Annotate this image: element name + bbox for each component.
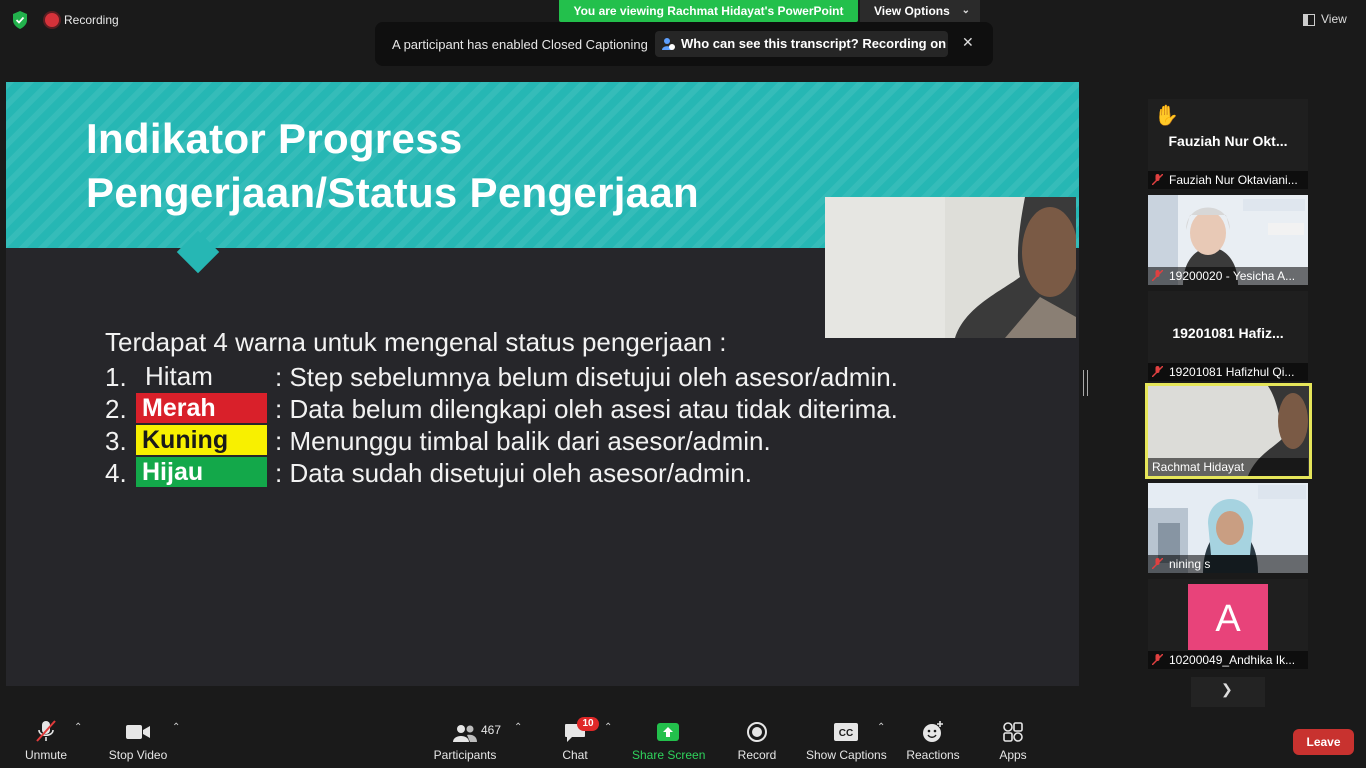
transcript-visibility-label: Who can see this transcript? Recording o…: [681, 36, 947, 51]
recording-label[interactable]: Recording: [64, 13, 119, 27]
participant-tile[interactable]: 19201081 Hafiz... 19201081 Hafizhul Qi..…: [1148, 291, 1308, 381]
view-options-label: View Options: [874, 4, 950, 18]
status-color-label: Merah: [136, 393, 267, 423]
audio-options-caret-icon[interactable]: ⌃: [74, 722, 82, 733]
status-number: 3.: [105, 426, 127, 456]
close-icon[interactable]: ✕: [962, 34, 974, 51]
participant-name: Fauziah Nur Oktaviani...: [1169, 173, 1298, 187]
apps-icon: [1003, 722, 1023, 742]
view-options-button[interactable]: View Options ⌄: [860, 0, 980, 22]
status-color-label: Hijau: [136, 457, 267, 487]
participants-label: Participants: [433, 748, 497, 762]
participant-tile[interactable]: ✋ Fauziah Nur Okt... Fauziah Nur Oktavia…: [1148, 99, 1308, 189]
muted-mic-icon: [1151, 556, 1164, 570]
participant-display-name: 19201081 Hafiz...: [1172, 325, 1284, 341]
muted-mic-icon: [1151, 364, 1164, 378]
status-description: : Menunggu timbal balik dari asesor/admi…: [275, 426, 771, 456]
participant-name-bar: 19201081 Hafizhul Qi...: [1148, 363, 1308, 381]
participant-name: Rachmat Hidayat: [1152, 460, 1245, 474]
closed-caption-message: A participant has enabled Closed Caption…: [392, 37, 648, 52]
muted-mic-icon: [1151, 268, 1164, 282]
chevron-down-icon: ❯: [1221, 681, 1233, 697]
avatar: A: [1188, 584, 1268, 650]
smiley-reaction-icon: [923, 721, 943, 742]
share-screen-label: Share Screen: [632, 748, 706, 762]
record-label: Record: [737, 748, 777, 762]
view-layout-icon: [1303, 13, 1315, 26]
participant-name-bar: Rachmat Hidayat: [1148, 458, 1308, 476]
status-number: 1.: [105, 362, 127, 392]
status-color-label: Hitam: [145, 361, 213, 391]
chat-options-caret-icon[interactable]: ⌃: [604, 722, 612, 733]
participant-name: 19201081 Hafizhul Qi...: [1169, 365, 1295, 379]
participant-name: 10200049_Andhika Ik...: [1169, 653, 1296, 667]
status-number: 4.: [105, 458, 127, 488]
participants-count: 467: [481, 723, 502, 737]
participant-name-bar: Fauziah Nur Oktaviani...: [1148, 171, 1308, 189]
view-button[interactable]: View: [1303, 8, 1347, 30]
slide-title: Indikator Progress Pengerjaan/Status Pen…: [86, 115, 699, 216]
shared-slide: Indikator Progress Pengerjaan/Status Pen…: [6, 82, 1079, 686]
participant-name: nining s: [1169, 557, 1211, 571]
participant-name-bar: 19200020 - Yesicha A...: [1148, 267, 1308, 285]
video-options-caret-icon[interactable]: ⌃: [172, 722, 180, 733]
show-captions-label: Show Captions: [806, 748, 887, 762]
chat-unread-badge: 10: [577, 717, 599, 731]
presenter-video-frame: [825, 197, 1076, 338]
participant-tile[interactable]: 19200020 - Yesicha A...: [1148, 195, 1308, 285]
participants-options-caret-icon[interactable]: ⌃: [514, 722, 522, 733]
status-number: 2.: [105, 394, 127, 424]
muted-mic-icon: [1151, 652, 1164, 666]
participant-tile[interactable]: nining s: [1148, 483, 1308, 573]
apps-label: Apps: [999, 748, 1027, 762]
view-label: View: [1321, 12, 1347, 26]
captions-options-caret-icon[interactable]: ⌃: [877, 722, 885, 733]
security-shield-icon[interactable]: [12, 11, 28, 29]
participant-display-name: Fauziah Nur Okt...: [1168, 133, 1288, 149]
stop-video-label: Stop Video: [108, 748, 168, 762]
participant-name-bar: nining s: [1148, 555, 1308, 573]
scroll-down-button[interactable]: ❯: [1191, 677, 1265, 707]
chat-label: Chat: [562, 748, 588, 762]
muted-microphone-icon: [36, 720, 56, 742]
person-info-icon: [662, 38, 675, 50]
leave-button[interactable]: Leave: [1293, 729, 1354, 755]
participant-tile-active-speaker[interactable]: Rachmat Hidayat: [1145, 383, 1312, 479]
recording-icon[interactable]: [45, 13, 59, 27]
panel-resize-handle[interactable]: [1083, 370, 1088, 396]
closed-captions-icon: CC: [834, 723, 858, 741]
status-description: : Data sudah disetujui oleh asesor/admin…: [275, 458, 752, 488]
participants-icon: [453, 725, 477, 742]
record-icon: [747, 722, 767, 742]
presenter-video[interactable]: [825, 197, 1076, 338]
video-camera-icon: [126, 725, 150, 739]
raised-hand-icon: ✋: [1154, 105, 1179, 127]
unmute-label: Unmute: [24, 748, 68, 762]
status-description: : Data belum dilengkapi oleh asesi atau …: [275, 394, 898, 424]
share-screen-icon: [657, 723, 679, 741]
muted-mic-icon: [1151, 172, 1164, 186]
transcript-visibility-button[interactable]: Who can see this transcript? Recording o…: [655, 31, 948, 57]
status-color-label: Kuning: [136, 425, 267, 455]
svg-text:CC: CC: [839, 728, 853, 739]
participant-name: 19200020 - Yesicha A...: [1169, 269, 1296, 283]
slide-intro: Terdapat 4 warna untuk mengenal status p…: [105, 327, 727, 357]
reactions-label: Reactions: [906, 748, 960, 762]
status-description: : Step sebelumnya belum disetujui oleh a…: [275, 362, 898, 392]
participant-tile[interactable]: A 10200049_Andhika Ik...: [1148, 579, 1308, 669]
participant-name-bar: 10200049_Andhika Ik...: [1148, 651, 1308, 669]
viewing-banner: You are viewing Rachmat Hidayat's PowerP…: [559, 0, 858, 22]
chevron-down-icon: ⌄: [961, 5, 970, 16]
